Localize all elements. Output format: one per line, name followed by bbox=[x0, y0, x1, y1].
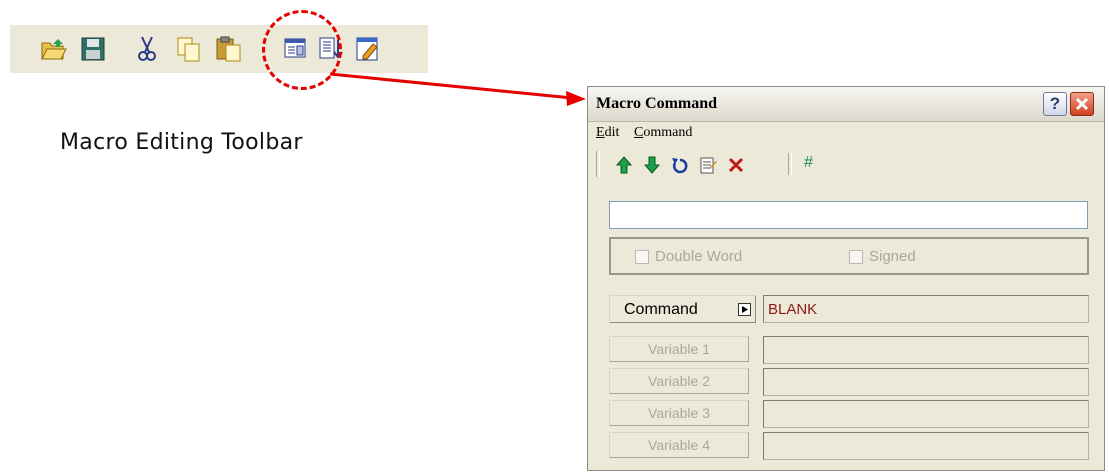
variable-2-field[interactable] bbox=[763, 368, 1089, 396]
dialog-titlebar: Macro Command ? bbox=[588, 87, 1104, 122]
move-up-icon[interactable] bbox=[614, 155, 634, 175]
toolbar-separator bbox=[596, 151, 600, 177]
notepad-icon[interactable] bbox=[698, 155, 718, 175]
dialog-title: Macro Command bbox=[596, 95, 718, 112]
edit-document-icon[interactable] bbox=[353, 34, 383, 64]
close-icon bbox=[1075, 97, 1089, 111]
command-button[interactable]: Command bbox=[609, 295, 756, 323]
menu-edit[interactable]: Edit bbox=[596, 125, 619, 141]
signed-label: Signed bbox=[869, 248, 916, 265]
dialog-menubar: Edit Command bbox=[588, 122, 1104, 144]
variable-2-button[interactable]: Variable 2 bbox=[609, 368, 749, 394]
command-value: BLANK bbox=[768, 301, 818, 318]
menu-command[interactable]: Command bbox=[634, 125, 692, 141]
toolbar-caption: Macro Editing Toolbar bbox=[60, 130, 303, 155]
move-down-icon[interactable] bbox=[642, 155, 662, 175]
save-disk-icon[interactable] bbox=[78, 34, 108, 64]
signed-checkbox[interactable] bbox=[849, 250, 863, 264]
insert-command-icon[interactable] bbox=[316, 34, 346, 64]
delete-icon[interactable] bbox=[726, 155, 746, 175]
command-field[interactable]: BLANK bbox=[763, 295, 1089, 323]
hash-button[interactable]: # bbox=[804, 154, 813, 172]
toolbar-separator bbox=[788, 153, 792, 175]
variable-4-button[interactable]: Variable 4 bbox=[609, 432, 749, 458]
undo-icon[interactable] bbox=[670, 155, 690, 175]
cut-scissors-icon[interactable] bbox=[132, 34, 162, 64]
copy-icon[interactable] bbox=[174, 34, 204, 64]
double-word-checkbox[interactable] bbox=[635, 250, 649, 264]
expression-input[interactable] bbox=[609, 201, 1088, 229]
open-folder-icon[interactable] bbox=[38, 34, 68, 64]
variable-3-field[interactable] bbox=[763, 400, 1089, 428]
close-button[interactable] bbox=[1070, 92, 1094, 116]
macro-command-dialog: Macro Command ? Edit Command # Double Wo… bbox=[587, 86, 1105, 471]
command-button-label: Command bbox=[624, 301, 698, 318]
help-button[interactable]: ? bbox=[1043, 92, 1067, 116]
double-word-label: Double Word bbox=[655, 248, 743, 265]
variable-1-button[interactable]: Variable 1 bbox=[609, 336, 749, 362]
dialog-toolbar: # bbox=[596, 147, 856, 181]
macro-editing-toolbar bbox=[10, 25, 428, 73]
macro-editor-icon[interactable] bbox=[280, 34, 310, 64]
paste-icon[interactable] bbox=[214, 34, 244, 64]
options-group: Double Word Signed bbox=[609, 237, 1089, 275]
variable-4-field[interactable] bbox=[763, 432, 1089, 460]
play-icon bbox=[738, 303, 751, 316]
variable-3-button[interactable]: Variable 3 bbox=[609, 400, 749, 426]
variable-1-field[interactable] bbox=[763, 336, 1089, 364]
